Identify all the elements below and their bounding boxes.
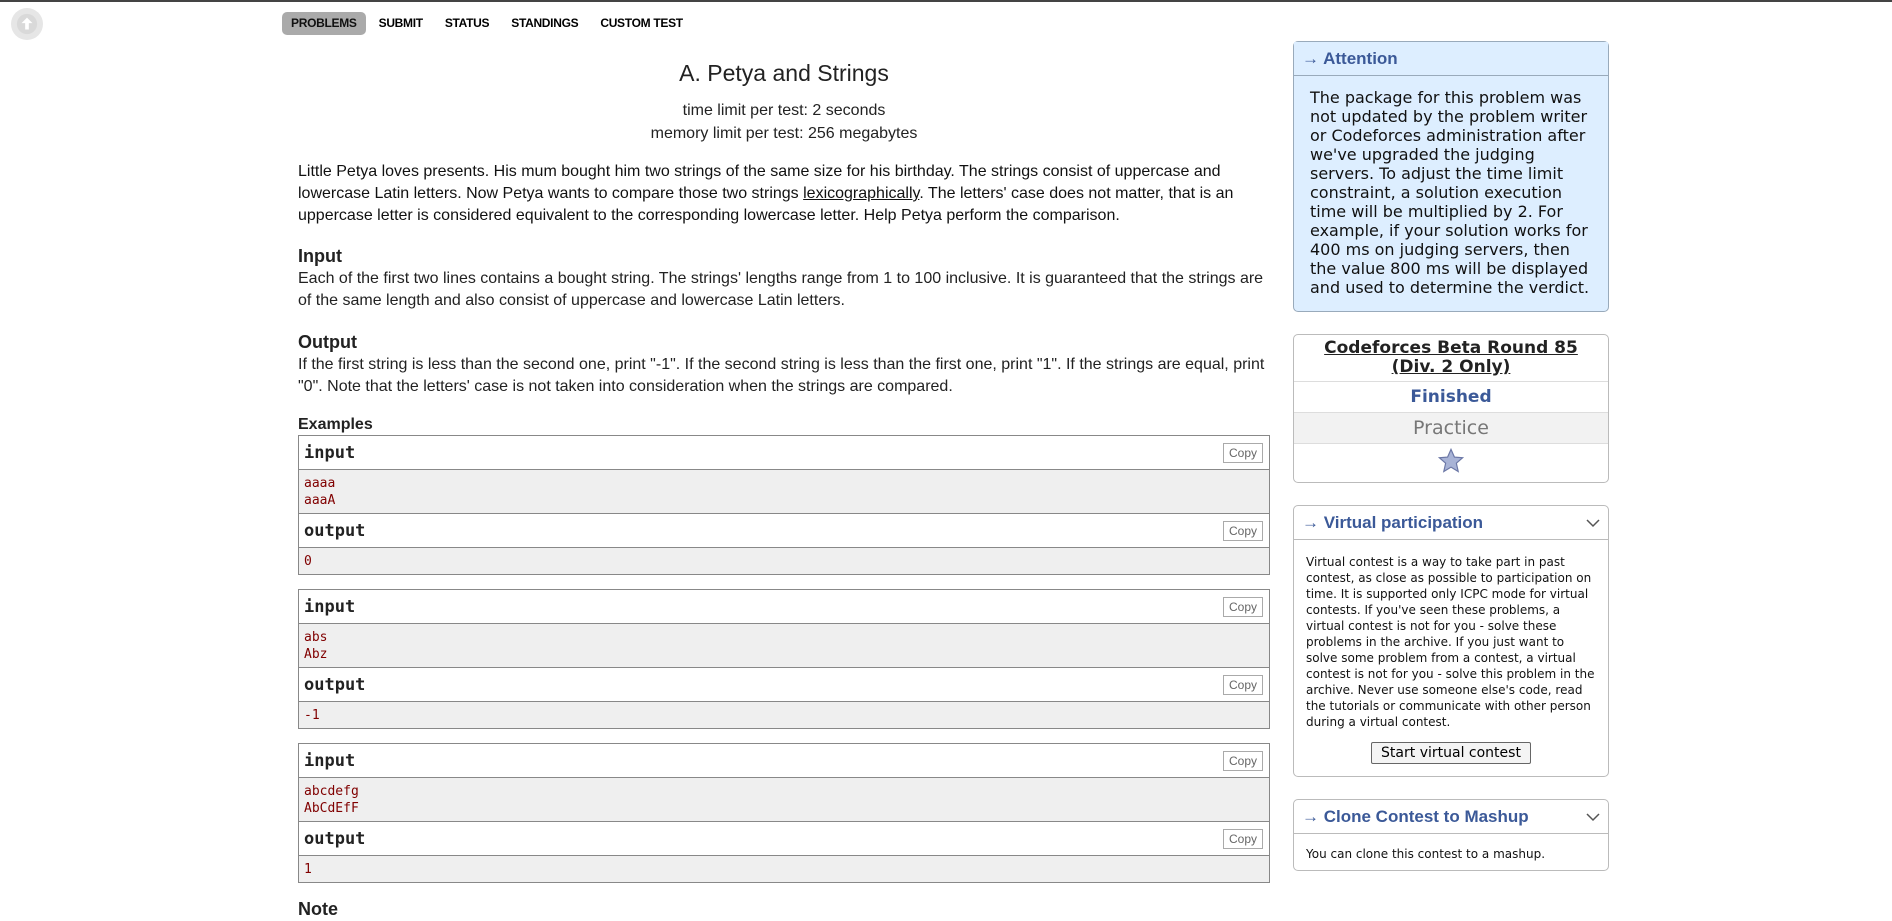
output-data: 1	[299, 856, 1269, 882]
output-label: output	[304, 828, 366, 849]
attention-title: → Attention	[1294, 42, 1608, 76]
input-header: input Copy	[299, 744, 1269, 778]
sample-test: input Copy aaaa aaaA output Copy 0	[298, 435, 1270, 575]
start-virtual-contest-button[interactable]: Start virtual contest	[1371, 742, 1531, 764]
attention-text: The package for this problem was not upd…	[1310, 88, 1590, 297]
input-data: aaaa aaaA	[299, 470, 1269, 514]
input-label: input	[304, 750, 356, 771]
sample-test: input Copy abs Abz output Copy -1	[298, 589, 1270, 729]
input-line: aaaA	[304, 493, 336, 508]
problem-statement: A. Petya and Strings time limit per test…	[298, 56, 1270, 921]
output-line: 0	[304, 554, 312, 569]
scroll-up-button[interactable]	[11, 8, 43, 40]
clone-contest-header[interactable]: → Clone Contest to Mashup	[1294, 800, 1608, 834]
output-data: -1	[299, 702, 1269, 728]
clone-contest-title: → Clone Contest to Mashup	[1302, 806, 1529, 826]
lexicographically-link[interactable]: lexicographically	[803, 185, 919, 202]
copy-output-button[interactable]: Copy	[1222, 828, 1263, 849]
clone-contest-text: You can clone this contest to a mashup.	[1306, 847, 1546, 861]
input-header: input Copy	[299, 590, 1269, 624]
contest-info-box: Codeforces Beta Round 85 (Div. 2 Only) F…	[1293, 334, 1609, 483]
nav-status[interactable]: STATUS	[436, 12, 498, 35]
nav-problems[interactable]: PROBLEMS	[282, 12, 366, 35]
output-spec: If the first string is less than the sec…	[298, 356, 1265, 395]
input-line: Abz	[304, 647, 328, 662]
copy-output-button[interactable]: Copy	[1222, 520, 1263, 541]
output-header: output Copy	[299, 822, 1269, 856]
input-data: abcdefg AbCdEfF	[299, 778, 1269, 822]
problem-legend: Little Petya loves presents. His mum bou…	[298, 161, 1270, 227]
clone-contest-box: → Clone Contest to Mashup You can clone …	[1293, 799, 1609, 871]
nav-custom-test[interactable]: CUSTOM TEST	[591, 12, 691, 35]
contest-phase: Practice	[1294, 413, 1608, 444]
virtual-participation-box: → Virtual participation Virtual contest …	[1293, 505, 1609, 777]
input-data: abs Abz	[299, 624, 1269, 668]
contest-name-link[interactable]: Codeforces Beta Round 85 (Div. 2 Only)	[1294, 335, 1608, 382]
examples-title: Examples	[298, 416, 373, 433]
sample-test: input Copy abcdefg AbCdEfF output Copy 1	[298, 743, 1270, 883]
top-border	[0, 0, 1892, 2]
problem-title: A. Petya and Strings	[679, 60, 889, 86]
chevron-down-icon[interactable]	[1586, 518, 1600, 528]
virtual-participation-header[interactable]: → Virtual participation	[1294, 506, 1608, 540]
virtual-participation-title: → Virtual participation	[1302, 512, 1484, 532]
chevron-down-icon[interactable]	[1586, 812, 1600, 822]
nav-submit[interactable]: SUBMIT	[370, 12, 432, 35]
copy-input-button[interactable]: Copy	[1222, 750, 1263, 771]
input-section-title: Input	[298, 246, 342, 266]
problem-nav-menu: PROBLEMS SUBMIT STATUS STANDINGS CUSTOM …	[282, 12, 692, 35]
input-label: input	[304, 596, 356, 617]
virtual-participation-text: Virtual contest is a way to take part in…	[1306, 555, 1595, 729]
copy-input-button[interactable]: Copy	[1222, 596, 1263, 617]
output-label: output	[304, 674, 366, 695]
sample-tests: input Copy aaaa aaaA output Copy 0 input Copy abs…	[298, 435, 1270, 883]
contest-status: Finished	[1294, 382, 1608, 413]
nav-standings[interactable]: STANDINGS	[502, 12, 587, 35]
input-header: input Copy	[299, 436, 1269, 470]
copy-input-button[interactable]: Copy	[1222, 442, 1263, 463]
sidebar: → Attention The package for this problem…	[1293, 41, 1609, 893]
arrow-up-icon	[16, 13, 38, 35]
attention-box: → Attention The package for this problem…	[1293, 41, 1609, 312]
favourite-star-button[interactable]	[1294, 444, 1608, 482]
note-title: Note	[298, 899, 338, 919]
output-section-title: Output	[298, 332, 357, 352]
output-line: 1	[304, 862, 312, 877]
star-icon	[1437, 447, 1465, 473]
output-header: output Copy	[299, 668, 1269, 702]
input-line: abs	[304, 630, 328, 645]
input-line: AbCdEfF	[304, 801, 359, 816]
input-line: aaaa	[304, 476, 336, 491]
output-label: output	[304, 520, 366, 541]
time-limit: time limit per test: 2 seconds	[682, 102, 886, 119]
input-label: input	[304, 442, 356, 463]
output-data: 0	[299, 548, 1269, 574]
output-header: output Copy	[299, 514, 1269, 548]
output-line: -1	[304, 708, 320, 723]
copy-output-button[interactable]: Copy	[1222, 674, 1263, 695]
input-spec: Each of the first two lines contains a b…	[298, 270, 1264, 309]
memory-limit: memory limit per test: 256 megabytes	[650, 125, 918, 142]
input-line: abcdefg	[304, 784, 359, 799]
